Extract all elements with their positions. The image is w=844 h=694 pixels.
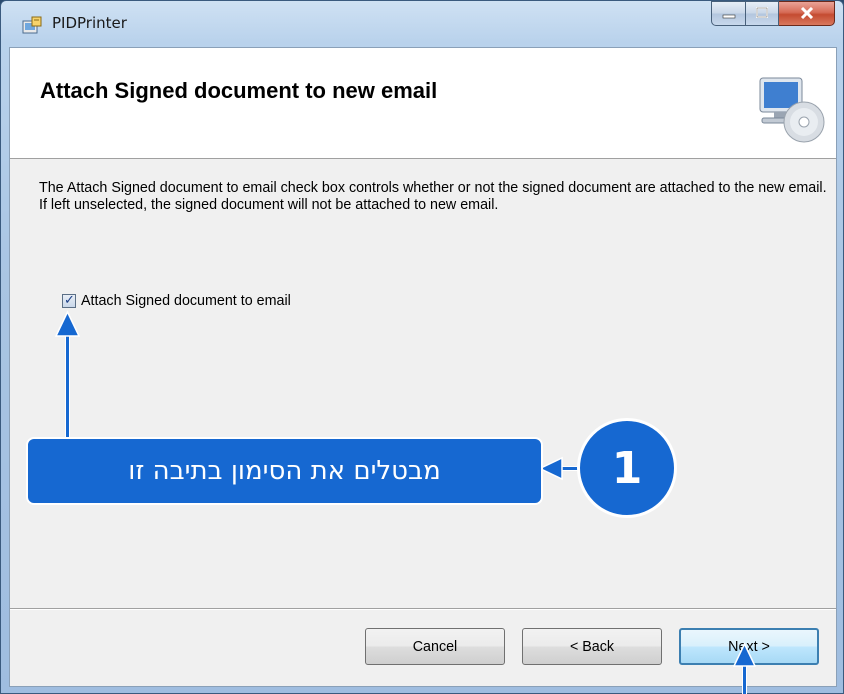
description-text: The Attach Signed document to email chec… <box>39 180 827 213</box>
annotation-callout: מבטלים את הסימון בתיבה זו <box>26 437 543 505</box>
caption-buttons <box>711 1 835 27</box>
close-button[interactable] <box>779 1 835 26</box>
back-button[interactable]: < Back <box>522 628 662 665</box>
minimize-icon <box>722 4 736 23</box>
cancel-button[interactable]: Cancel <box>365 628 505 665</box>
window-title: PIDPrinter <box>52 14 127 32</box>
wizard-header: Attach Signed document to new email <box>10 48 836 159</box>
step-badge: 1 <box>577 418 677 518</box>
footer-divider <box>10 608 836 610</box>
maximize-icon <box>755 4 769 23</box>
dialog-client-area: Attach Signed document to new email The … <box>9 47 837 687</box>
next-button[interactable]: Next > <box>679 628 819 665</box>
checkmark-icon: ✓ <box>64 293 75 308</box>
attach-signed-document-checkbox[interactable]: ✓ <box>62 293 76 308</box>
page-title: Attach Signed document to new email <box>40 78 438 103</box>
callout-text: מבטלים את הסימון בתיבה זו <box>128 456 441 486</box>
installer-icon <box>21 15 43 37</box>
close-icon <box>800 4 814 23</box>
step-number: 1 <box>611 442 643 494</box>
computer-cd-icon <box>750 70 828 148</box>
attach-signed-document-option[interactable]: ✓ Attach Signed document to email <box>62 293 291 309</box>
installer-window: PIDPrinter Attach Signed document to new… <box>0 0 844 694</box>
title-bar[interactable]: PIDPrinter <box>1 1 844 47</box>
maximize-button[interactable] <box>746 1 779 26</box>
checkbox-label: Attach Signed document to email <box>81 293 291 309</box>
minimize-button[interactable] <box>711 1 746 26</box>
